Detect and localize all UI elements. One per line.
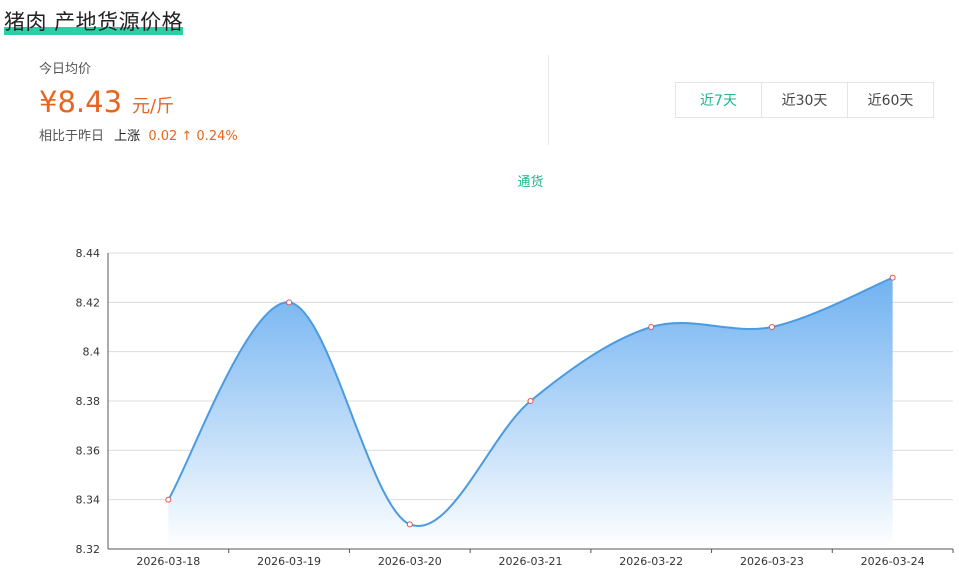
data-point bbox=[286, 299, 293, 306]
area-layer bbox=[168, 277, 893, 549]
data-point bbox=[527, 398, 534, 404]
data-point bbox=[768, 324, 775, 330]
x-tick-label: 2026-03-20 bbox=[378, 555, 442, 568]
x-tick-label: 2026-03-21 bbox=[499, 555, 563, 568]
data-point bbox=[406, 521, 413, 528]
data-point bbox=[648, 324, 655, 330]
page-title-wrap: 猪肉 产地货源价格 bbox=[4, 6, 184, 36]
data-point bbox=[165, 496, 172, 503]
y-tick-label: 8.32 bbox=[76, 543, 101, 556]
y-tick-label: 8.4 bbox=[83, 346, 101, 359]
y-tick-label: 8.38 bbox=[76, 395, 101, 408]
x-tick-label: 2026-03-19 bbox=[257, 555, 321, 568]
page-title: 猪肉 产地货源价格 bbox=[4, 10, 184, 34]
y-tick-label: 8.42 bbox=[76, 296, 101, 309]
data-point bbox=[889, 274, 896, 281]
x-tick-label: 2026-03-24 bbox=[861, 555, 925, 568]
x-tick-label: 2026-03-18 bbox=[136, 555, 200, 568]
y-tick-label: 8.34 bbox=[76, 494, 101, 507]
x-tick-label: 2026-03-22 bbox=[619, 555, 683, 568]
x-tick-label: 2026-03-23 bbox=[740, 555, 804, 568]
y-tick-label: 8.44 bbox=[76, 247, 101, 260]
series-area bbox=[168, 277, 893, 549]
price-chart: 8.32 8.34 8.36 8.38 8.4 8.42 8.44 2026-03-18 202… bbox=[76, 247, 954, 568]
y-tick-label: 8.36 bbox=[76, 444, 101, 457]
